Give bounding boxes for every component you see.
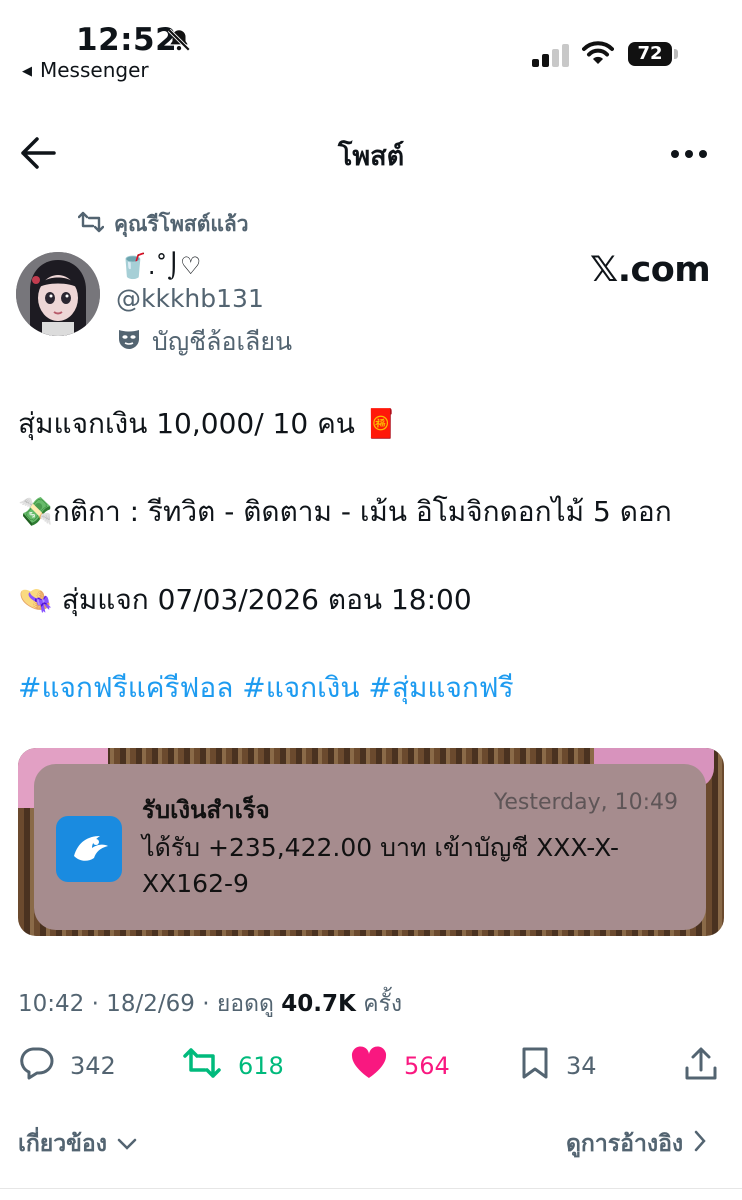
share-icon (684, 1046, 718, 1088)
bank-app-icon (56, 816, 122, 882)
repost-context: คุณรีโพสต์แล้ว (77, 208, 249, 241)
reply-button[interactable]: 342 (18, 1046, 116, 1086)
bookmark-icon (520, 1046, 550, 1086)
user-handle[interactable]: @kkkhb131 (116, 284, 264, 313)
reply-icon (18, 1046, 54, 1086)
like-button[interactable]: 564 (350, 1046, 450, 1086)
hashtags-link[interactable]: #แจกฟรีแค่รีฟอล #แจกเงิน #สุ่มแจกฟรี (18, 666, 514, 710)
bookmark-button[interactable]: 34 (520, 1046, 597, 1086)
post-timestamp: 10:42 · 18/2/69 · ยอดดู (18, 991, 274, 1017)
share-button[interactable] (684, 1046, 718, 1088)
post-meta: 10:42 · 18/2/69 · ยอดดู 40.7K ครั้ง (18, 986, 402, 1022)
repost-icon (182, 1046, 222, 1086)
view-quotes-label: ดูการอ้างอิง (566, 1131, 684, 1157)
post-media-image[interactable]: รับเงินสำเร็จ Yesterday, 10:49 ได้รับ +2… (18, 748, 724, 936)
battery-indicator: 72 (628, 42, 678, 66)
bell-muted-icon (166, 27, 192, 57)
view-quotes-link[interactable]: ดูการอ้างอิง (566, 1126, 707, 1162)
wifi-icon (582, 40, 614, 70)
notification-body: ได้รับ +235,422.00 บาท เข้าบัญชี XXX-X-X… (142, 833, 619, 898)
x-com-watermark: 𝕏.com (590, 250, 711, 290)
cellular-signal-icon (532, 44, 570, 72)
related-label: เกี่ยวข้อง (18, 1131, 107, 1157)
related-dropdown[interactable]: เกี่ยวข้อง (18, 1126, 137, 1162)
like-count: 564 (404, 1052, 450, 1080)
more-options-icon[interactable] (670, 145, 708, 164)
status-time: 12:52 (76, 22, 178, 58)
heart-icon (350, 1046, 388, 1086)
display-name[interactable]: 🥤.˚⌡♡ (118, 252, 202, 280)
repost-count: 618 (238, 1052, 284, 1080)
bank-notification-card: รับเงินสำเร็จ Yesterday, 10:49 ได้รับ +2… (34, 764, 706, 930)
repost-small-icon (77, 211, 105, 238)
chevron-down-icon (117, 1131, 137, 1157)
back-triangle-icon: ◀ (22, 64, 32, 79)
avatar[interactable] (16, 252, 100, 336)
view-count-suffix: ครั้ง (363, 991, 403, 1017)
back-app-label: Messenger (40, 58, 149, 82)
battery-level: 72 (628, 42, 672, 66)
chevron-right-icon (693, 1130, 707, 1158)
notification-title: รับเงินสำเร็จ (142, 796, 270, 824)
divider (0, 1188, 742, 1189)
mask-icon (116, 327, 142, 357)
repost-context-label: คุณรีโพสต์แล้ว (114, 212, 249, 236)
view-count: 40.7K (281, 991, 356, 1017)
notification-time: Yesterday, 10:49 (493, 790, 678, 815)
back-to-app-link[interactable]: ◀ Messenger (22, 58, 149, 82)
bookmark-count: 34 (566, 1052, 597, 1080)
reply-count: 342 (70, 1052, 116, 1080)
page-title: โพสต์ (337, 141, 405, 172)
parody-label-text: บัญชีล้อเลียน (152, 327, 293, 356)
parody-account-label: บัญชีล้อเลียน (116, 322, 292, 362)
post-text-line-3: 👒 สุ่มแจก 07/03/2026 ตอน 18:00 (18, 583, 472, 616)
post-text-line-2: 💸กติกา : รีทวิต - ติดตาม - เม้น อิโมจิกด… (18, 495, 672, 528)
post-text-line-1: สุ่มแจกเงิน 10,000/ 10 คน 🧧 (18, 407, 399, 440)
repost-button[interactable]: 618 (182, 1046, 284, 1086)
